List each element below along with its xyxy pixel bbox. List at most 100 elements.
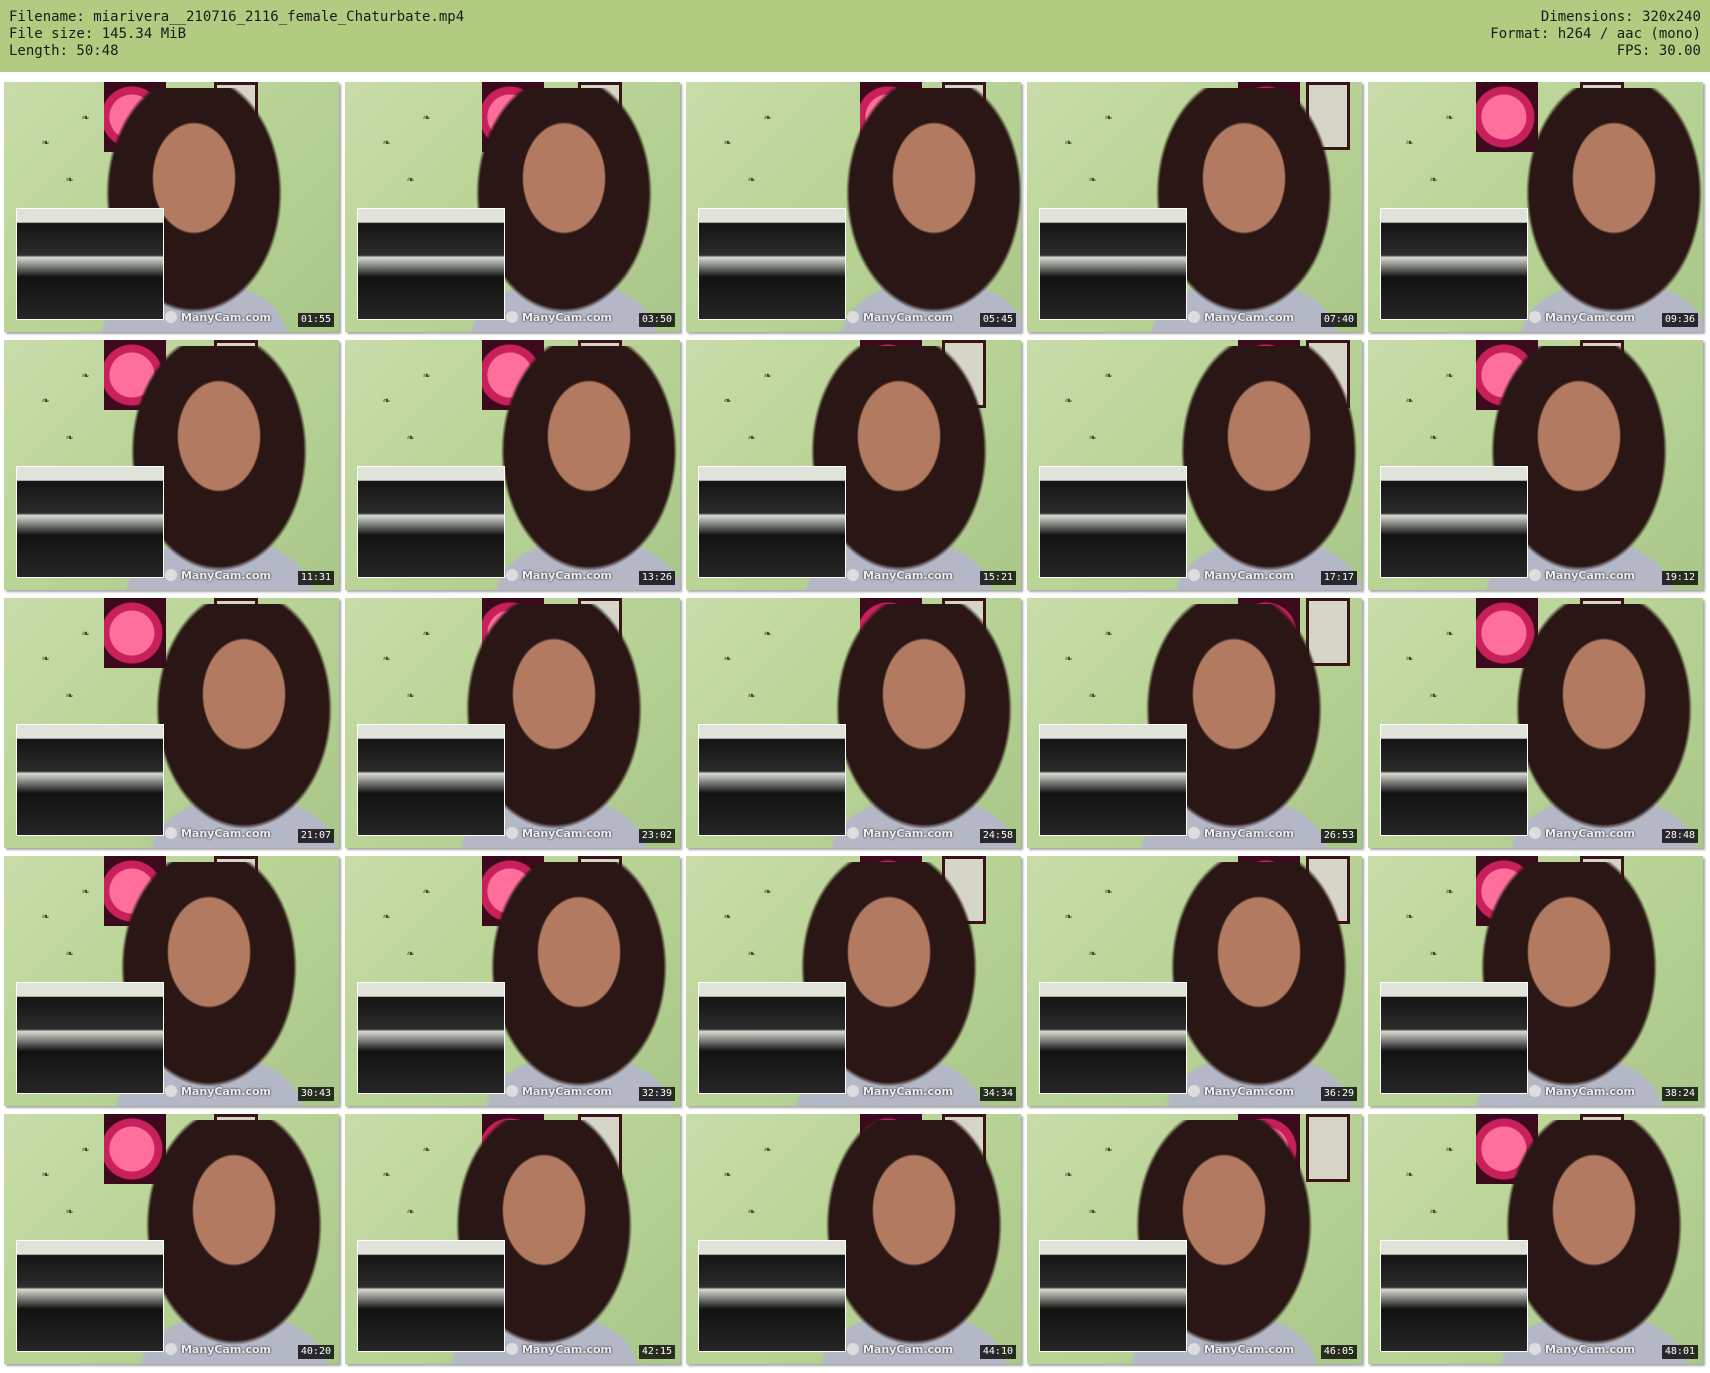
video-thumbnail[interactable]: ❧❧❧❧ManyCam.com11:31 xyxy=(4,340,339,590)
watermark-text: ManyCam.com xyxy=(1544,1085,1635,1098)
butterfly-decal-icon: ❧ xyxy=(1105,110,1113,124)
watermark-text: ManyCam.com xyxy=(1203,1343,1294,1356)
picture-in-picture-inset xyxy=(698,208,846,320)
watermark-text: ManyCam.com xyxy=(1544,311,1635,324)
picture-in-picture-inset xyxy=(357,1240,505,1352)
picture-in-picture-inset xyxy=(1380,982,1528,1094)
watermark-text: ManyCam.com xyxy=(862,1343,953,1356)
picture-in-picture-inset xyxy=(16,1240,164,1352)
webcam-subject xyxy=(1174,346,1362,590)
watermark-text: ManyCam.com xyxy=(1203,569,1294,582)
picture-in-picture-inset xyxy=(1039,208,1187,320)
manycam-logo-icon xyxy=(164,311,177,323)
butterfly-decal-icon: ❧ xyxy=(724,135,732,149)
watermark: ManyCam.com xyxy=(1528,827,1635,840)
watermark: ManyCam.com xyxy=(846,1085,953,1098)
video-thumbnail[interactable]: ❧❧❧❧ManyCam.com05:45 xyxy=(686,82,1021,332)
length-label: Length: 50:48 xyxy=(9,43,119,59)
butterfly-decal-icon: ❧ xyxy=(66,430,74,444)
video-thumbnail[interactable]: ❧❧❧❧ManyCam.com24:58 xyxy=(686,598,1021,848)
video-thumbnail[interactable]: ❧❧❧❧ManyCam.com46:05 xyxy=(1027,1114,1362,1364)
watermark: ManyCam.com xyxy=(1528,1343,1635,1356)
watermark: ManyCam.com xyxy=(1528,311,1635,324)
thumbnail-timestamp: 48:01 xyxy=(1661,1345,1698,1359)
manycam-logo-icon xyxy=(1187,311,1200,323)
picture-in-picture-inset xyxy=(1380,466,1528,578)
manycam-logo-icon xyxy=(846,827,859,839)
video-thumbnail[interactable]: ❧❧❧❧ManyCam.com34:34 xyxy=(686,856,1021,1106)
butterfly-decal-icon: ❧ xyxy=(407,946,415,960)
file-meta-left: Filename: miarivera__210716_2116_female_… xyxy=(9,9,464,60)
picture-in-picture-inset xyxy=(16,208,164,320)
video-thumbnail[interactable]: ❧❧❧❧ManyCam.com07:40 xyxy=(1027,82,1362,332)
butterfly-decal-icon: ❧ xyxy=(1065,909,1073,923)
butterfly-decal-icon: ❧ xyxy=(1406,1167,1414,1181)
thumbnail-timestamp: 40:20 xyxy=(297,1345,334,1359)
video-thumbnail[interactable]: ❧❧❧❧ManyCam.com15:21 xyxy=(686,340,1021,590)
picture-in-picture-inset xyxy=(16,724,164,836)
video-thumbnail[interactable]: ❧❧❧❧ManyCam.com21:07 xyxy=(4,598,339,848)
watermark: ManyCam.com xyxy=(164,1343,271,1356)
contact-sheet-header: Filename: miarivera__210716_2116_female_… xyxy=(0,0,1710,72)
butterfly-decal-icon: ❧ xyxy=(1105,368,1113,382)
watermark: ManyCam.com xyxy=(846,569,953,582)
webcam-subject xyxy=(1164,862,1354,1106)
manycam-logo-icon xyxy=(846,1343,859,1355)
butterfly-decal-icon: ❧ xyxy=(42,651,50,665)
manycam-logo-icon xyxy=(1187,827,1200,839)
butterfly-decal-icon: ❧ xyxy=(1089,688,1097,702)
video-thumbnail[interactable]: ❧❧❧❧ManyCam.com30:43 xyxy=(4,856,339,1106)
video-thumbnail[interactable]: ❧❧❧❧ManyCam.com42:15 xyxy=(345,1114,680,1364)
butterfly-decal-icon: ❧ xyxy=(82,626,90,640)
dimensions-label: Dimensions: 320x240 xyxy=(1540,9,1701,25)
butterfly-decal-icon: ❧ xyxy=(66,1204,74,1218)
video-thumbnail[interactable]: ❧❧❧❧ManyCam.com17:17 xyxy=(1027,340,1362,590)
butterfly-decal-icon: ❧ xyxy=(42,135,50,149)
video-thumbnail[interactable]: ❧❧❧❧ManyCam.com13:26 xyxy=(345,340,680,590)
picture-in-picture-inset xyxy=(357,982,505,1094)
butterfly-decal-icon: ❧ xyxy=(1446,110,1454,124)
video-thumbnail[interactable]: ❧❧❧❧ManyCam.com32:39 xyxy=(345,856,680,1106)
manycam-logo-icon xyxy=(164,827,177,839)
butterfly-decal-icon: ❧ xyxy=(82,1142,90,1156)
butterfly-decal-icon: ❧ xyxy=(748,430,756,444)
video-thumbnail[interactable]: ❧❧❧❧ManyCam.com36:29 xyxy=(1027,856,1362,1106)
webcam-subject xyxy=(484,862,674,1106)
butterfly-decal-icon: ❧ xyxy=(1446,368,1454,382)
video-thumbnail[interactable]: ❧❧❧❧ManyCam.com01:55 xyxy=(4,82,339,332)
manycam-logo-icon xyxy=(164,1343,177,1355)
manycam-logo-icon xyxy=(1528,1085,1541,1097)
butterfly-decal-icon: ❧ xyxy=(764,884,772,898)
watermark-text: ManyCam.com xyxy=(521,827,612,840)
manycam-logo-icon xyxy=(505,1343,518,1355)
manycam-logo-icon xyxy=(1528,827,1541,839)
filename-label: Filename: miarivera__210716_2116_female_… xyxy=(9,9,465,25)
video-thumbnail[interactable]: ❧❧❧❧ManyCam.com40:20 xyxy=(4,1114,339,1364)
video-thumbnail[interactable]: ❧❧❧❧ManyCam.com44:10 xyxy=(686,1114,1021,1364)
video-thumbnail[interactable]: ❧❧❧❧ManyCam.com23:02 xyxy=(345,598,680,848)
thumbnail-timestamp: 26:53 xyxy=(1320,829,1357,843)
watermark-text: ManyCam.com xyxy=(521,1085,612,1098)
watermark: ManyCam.com xyxy=(846,311,953,324)
picture-in-picture-inset xyxy=(1380,1240,1528,1352)
watermark-text: ManyCam.com xyxy=(521,1343,612,1356)
butterfly-decal-icon: ❧ xyxy=(383,393,391,407)
video-thumbnail[interactable]: ❧❧❧❧ManyCam.com48:01 xyxy=(1368,1114,1703,1364)
butterfly-decal-icon: ❧ xyxy=(383,1167,391,1181)
watermark: ManyCam.com xyxy=(1187,1343,1294,1356)
butterfly-decal-icon: ❧ xyxy=(66,688,74,702)
video-thumbnail[interactable]: ❧❧❧❧ManyCam.com26:53 xyxy=(1027,598,1362,848)
video-thumbnail[interactable]: ❧❧❧❧ManyCam.com09:36 xyxy=(1368,82,1703,332)
butterfly-decal-icon: ❧ xyxy=(1430,172,1438,186)
video-thumbnail[interactable]: ❧❧❧❧ManyCam.com19:12 xyxy=(1368,340,1703,590)
video-thumbnail[interactable]: ❧❧❧❧ManyCam.com28:48 xyxy=(1368,598,1703,848)
webcam-subject xyxy=(149,604,339,848)
watermark-text: ManyCam.com xyxy=(862,311,953,324)
butterfly-decal-icon: ❧ xyxy=(1065,1167,1073,1181)
manycam-logo-icon xyxy=(846,1085,859,1097)
thumbnail-timestamp: 32:39 xyxy=(638,1087,675,1101)
thumbnail-timestamp: 13:26 xyxy=(638,571,675,585)
video-thumbnail[interactable]: ❧❧❧❧ManyCam.com38:24 xyxy=(1368,856,1703,1106)
video-thumbnail[interactable]: ❧❧❧❧ManyCam.com03:50 xyxy=(345,82,680,332)
manycam-logo-icon xyxy=(846,311,859,323)
